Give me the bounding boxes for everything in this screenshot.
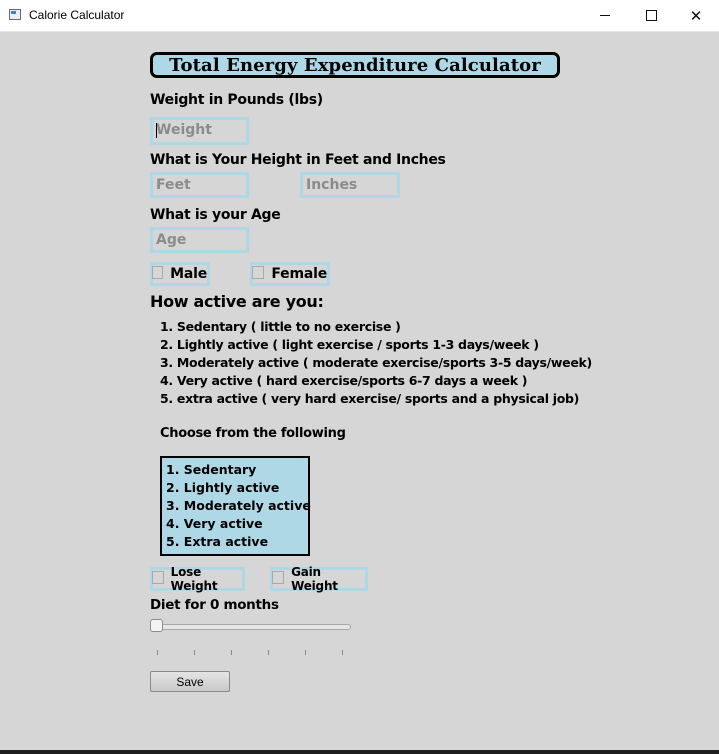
activity-description: 3. Moderately active ( moderate exercise… <box>160 355 592 370</box>
list-item[interactable]: 4. Very active <box>166 515 308 533</box>
page-title: Total Energy Expenditure Calculator <box>150 52 560 78</box>
list-item[interactable]: 2. Lightly active <box>166 479 308 497</box>
window-title: Calorie Calculator <box>29 8 125 22</box>
female-checkbox-box[interactable] <box>252 265 265 279</box>
window-bottom-border <box>0 750 719 754</box>
activity-description: 1. Sedentary ( little to no exercise ) <box>160 319 401 334</box>
slider-tick <box>157 650 158 655</box>
activity-heading: How active are you: <box>150 292 324 311</box>
inches-field[interactable] <box>300 172 400 198</box>
diet-slider-thumb[interactable] <box>150 619 163 632</box>
male-label: Male <box>170 266 207 282</box>
female-label: Female <box>271 266 327 282</box>
activity-descriptions: 1. Sedentary ( little to no exercise ) 2… <box>160 318 592 408</box>
slider-tick <box>305 650 306 655</box>
lose-weight-checkbox[interactable]: Lose Weight <box>150 565 245 593</box>
age-field[interactable] <box>150 227 249 253</box>
lose-weight-label: Lose Weight <box>170 565 218 593</box>
list-item[interactable]: 1. Sedentary <box>166 461 308 479</box>
slider-tick <box>231 650 232 655</box>
lose-weight-checkbox-box[interactable] <box>152 570 164 584</box>
maximize-button[interactable] <box>628 0 674 31</box>
slider-tick <box>268 650 269 655</box>
gain-weight-checkbox[interactable]: Gain Weight <box>270 565 368 593</box>
male-checkbox-box[interactable] <box>152 265 164 279</box>
feet-field[interactable] <box>150 172 249 198</box>
list-item[interactable]: 3. Moderately active <box>166 497 311 515</box>
diet-slider-track[interactable] <box>151 624 351 630</box>
male-checkbox[interactable]: Male <box>150 262 210 286</box>
inches-input[interactable] <box>306 175 397 195</box>
gain-weight-checkbox-box[interactable] <box>272 570 285 584</box>
minimize-icon <box>600 15 610 16</box>
slider-tick <box>342 650 343 655</box>
weight-input[interactable] <box>156 120 246 140</box>
weight-label: Weight in Pounds (lbs) <box>150 92 323 108</box>
age-label: What is your Age <box>150 207 281 223</box>
weight-field[interactable] <box>150 117 249 145</box>
height-label: What is Your Height in Feet and Inches <box>150 152 446 168</box>
female-checkbox[interactable]: Female <box>250 262 330 286</box>
feet-input[interactable] <box>156 175 246 195</box>
activity-description: 4. Very active ( hard exercise/sports 6-… <box>160 373 528 388</box>
choose-label: Choose from the following <box>160 426 346 441</box>
minimize-button[interactable] <box>582 0 628 31</box>
slider-tick <box>194 650 195 655</box>
save-button[interactable]: Save <box>150 671 230 692</box>
age-input[interactable] <box>156 230 246 250</box>
activity-description: 5. extra active ( very hard exercise/ sp… <box>160 391 580 406</box>
gain-weight-label: Gain Weight <box>291 565 338 593</box>
diet-duration-label: Diet for 0 months <box>150 597 279 613</box>
app-icon <box>9 9 21 20</box>
maximize-icon <box>645 10 657 21</box>
close-button[interactable]: ✕ <box>673 0 719 31</box>
close-icon: ✕ <box>689 6 703 25</box>
activity-description: 2. Lightly active ( light exercise / spo… <box>160 337 539 352</box>
list-item[interactable]: 5. Extra active <box>166 533 308 551</box>
activity-listbox[interactable]: 1. Sedentary 2. Lightly active 3. Modera… <box>160 456 311 556</box>
window-titlebar: Calorie Calculator ✕ <box>0 0 719 32</box>
